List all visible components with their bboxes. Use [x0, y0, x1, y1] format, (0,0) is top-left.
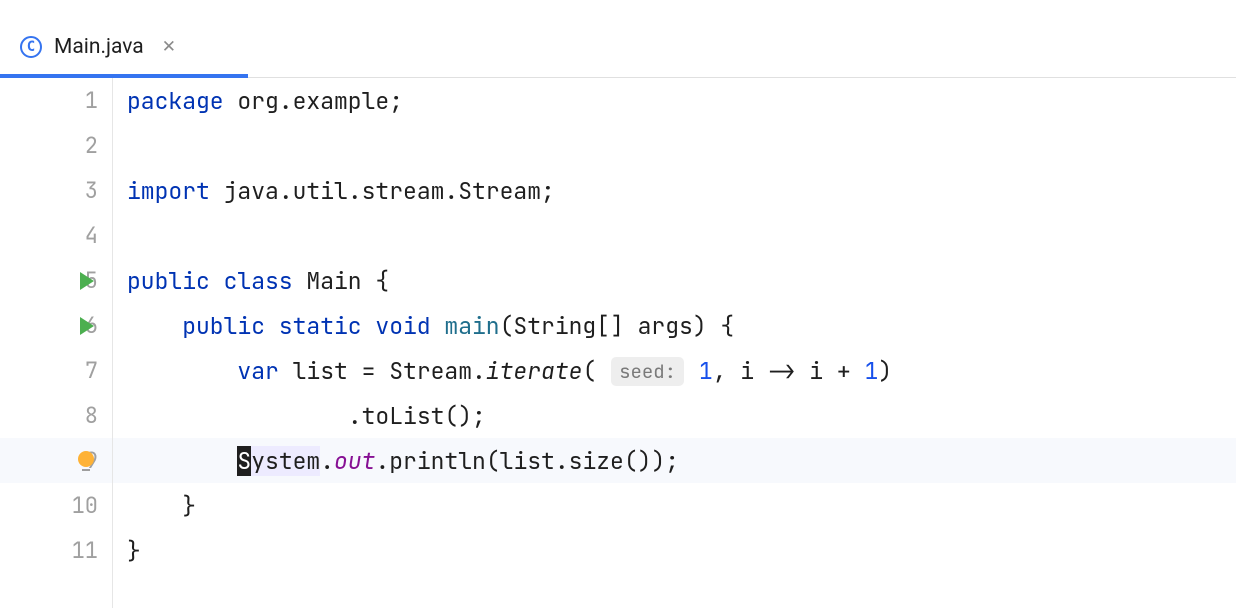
code-line-10: } [113, 491, 196, 521]
code-area[interactable]: package org.example; import java.util.st… [113, 78, 1236, 608]
code-line-5: public class Main { [113, 266, 389, 296]
tab-bar: C Main.java ✕ [0, 0, 1236, 78]
line-number: 7 [54, 356, 98, 385]
cursor: S [237, 446, 251, 476]
line-number: 1 [54, 86, 98, 115]
code-line-6: public static void main(String[] args) { [113, 311, 734, 341]
parameter-hint: seed: [611, 357, 684, 386]
line-number: 2 [54, 131, 98, 160]
line-number: 4 [54, 221, 98, 250]
line-number: 3 [54, 176, 98, 205]
code-line-1: package org.example; [113, 86, 403, 116]
close-icon[interactable]: ✕ [162, 37, 176, 57]
lightbulb-icon[interactable] [78, 451, 94, 471]
code-line-4 [113, 221, 141, 251]
line-number: 10 [54, 491, 98, 520]
tab-label: Main.java [54, 35, 144, 59]
code-line-11: } [113, 536, 141, 566]
gutter: 1 2 3 4 5 6 7 8 9 10 11 [0, 78, 113, 608]
code-line-8: .toList(); [113, 401, 486, 431]
code-line-2 [113, 131, 141, 161]
line-number: 8 [54, 401, 98, 430]
code-line-7: var list = Stream.iterate( seed: 1, i ->… [113, 356, 892, 386]
code-line-9: System.out.println(list.size()); [113, 446, 679, 476]
run-icon[interactable] [80, 317, 94, 335]
editor: 1 2 3 4 5 6 7 8 9 10 11 package org.exam… [0, 78, 1236, 608]
code-line-3: import java.util.stream.Stream; [113, 176, 555, 206]
class-file-icon: C [20, 36, 42, 58]
run-icon[interactable] [80, 272, 94, 290]
tab-main-java[interactable]: C Main.java ✕ [0, 17, 196, 77]
line-number: 11 [54, 536, 98, 565]
